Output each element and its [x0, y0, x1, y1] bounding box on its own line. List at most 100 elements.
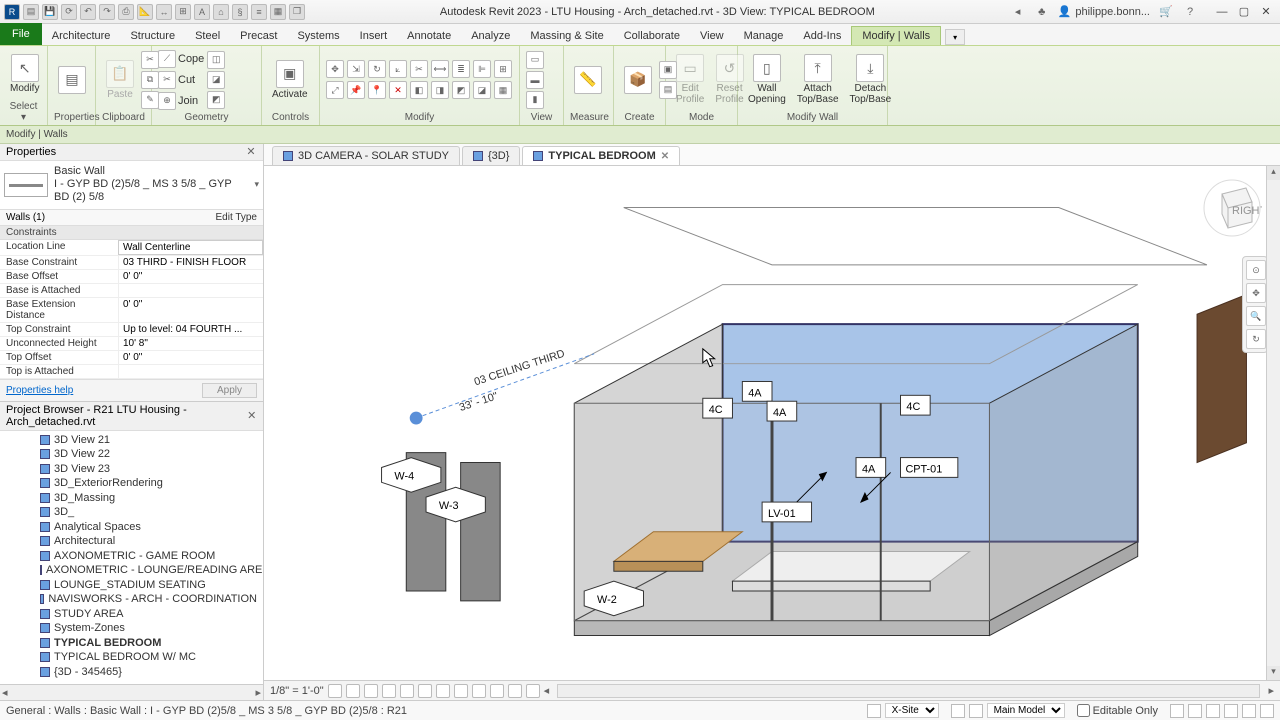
activate-button[interactable]: ▣Activate [268, 58, 312, 102]
properties-help-link[interactable]: Properties help [6, 385, 73, 396]
browser-scrollbar[interactable]: ◂▸ [0, 684, 263, 700]
join-label[interactable]: Join [178, 95, 198, 107]
tag-icon[interactable]: ⊞ [175, 4, 191, 20]
array-icon[interactable]: ⊞ [494, 60, 512, 78]
tag-4c-1[interactable]: 4C [703, 398, 733, 418]
unpin-icon[interactable]: 📍 [368, 81, 386, 99]
browser-item[interactable]: 3D View 21 [0, 433, 263, 448]
tab-addins[interactable]: Add-Ins [793, 27, 851, 45]
reveal-icon[interactable] [490, 684, 504, 698]
fullnav-icon[interactable]: ⊙ [1246, 260, 1266, 280]
section-icon[interactable]: § [232, 4, 248, 20]
mod1-icon[interactable]: ◧ [410, 81, 428, 99]
tab-steel[interactable]: Steel [185, 27, 230, 45]
reset-profile-button[interactable]: ↺Reset Profile [711, 52, 747, 107]
copy-icon[interactable]: ⇲ [347, 60, 365, 78]
keynote-icon[interactable]: ♣ [1034, 4, 1050, 20]
geom1-icon[interactable]: ◫ [207, 51, 225, 69]
mirror-icon[interactable]: ⟷ [431, 60, 449, 78]
select-face-icon[interactable] [1224, 704, 1238, 718]
property-row[interactable]: Unconnected Height10' 8" [0, 337, 263, 351]
apply-button[interactable]: Apply [202, 383, 257, 398]
view-tab[interactable]: TYPICAL BEDROOM✕ [522, 146, 680, 165]
mod4-icon[interactable]: ◪ [473, 81, 491, 99]
browser-item[interactable]: 3D View 23 [0, 462, 263, 477]
crop-region-icon[interactable] [436, 684, 450, 698]
measure-button[interactable]: 📏 [570, 64, 606, 96]
tag-4c-2[interactable]: 4C [901, 395, 931, 415]
text-icon[interactable]: A [194, 4, 210, 20]
tab-precast[interactable]: Precast [230, 27, 287, 45]
thin-lines-icon[interactable]: ≡ [251, 4, 267, 20]
maximize-button[interactable]: ▢ [1234, 5, 1254, 19]
zoom-icon[interactable]: 🔍 [1246, 306, 1266, 326]
property-row[interactable]: Base is Attached [0, 284, 263, 298]
browser-item[interactable]: TYPICAL BEDROOM W/ MC [0, 650, 263, 665]
type-dropdown-icon[interactable]: ▾ [254, 179, 259, 190]
lock3d-icon[interactable] [454, 684, 468, 698]
tab-insert[interactable]: Insert [350, 27, 398, 45]
ribbon-extra-icon[interactable]: ▾ [945, 29, 965, 45]
browser-close-icon[interactable]: ✕ [246, 410, 257, 422]
browser-item[interactable]: NAVISWORKS - ARCH - COORDINATION [0, 592, 263, 607]
browser-item[interactable]: 3D_Massing [0, 491, 263, 506]
detach-button[interactable]: ⤓Detach Top/Base [846, 52, 896, 107]
browser-item[interactable]: STUDY AREA [0, 607, 263, 622]
cut-label[interactable]: Cut [178, 74, 195, 86]
view1-icon[interactable]: ▭ [526, 51, 544, 69]
property-row[interactable]: Top is Attached [0, 365, 263, 379]
print-icon[interactable]: ⎙ [118, 4, 134, 20]
close-window-button[interactable]: ✕ [1256, 5, 1276, 19]
open-icon[interactable]: ▤ [23, 4, 39, 20]
tab-collaborate[interactable]: Collaborate [614, 27, 690, 45]
browser-item[interactable]: LOUNGE_STADIUM SEATING [0, 578, 263, 593]
browser-item[interactable]: Analytical Spaces [0, 520, 263, 535]
horizontal-scrollbar[interactable] [557, 684, 1260, 698]
geom3-icon[interactable]: ◩ [207, 91, 225, 109]
file-tab[interactable]: File [0, 23, 42, 45]
temp-hide-icon[interactable] [472, 684, 486, 698]
browser-item[interactable]: AXONOMETRIC - LOUNGE/READING ARE [0, 563, 263, 578]
workset-selector[interactable]: X-Site [867, 703, 939, 718]
close-tab-icon[interactable]: ✕ [661, 151, 669, 162]
model-selector[interactable]: Main Model [987, 703, 1065, 718]
view-tab[interactable]: {3D} [462, 146, 520, 165]
cut-geom-icon[interactable]: ✂ [158, 71, 176, 89]
crop-icon[interactable] [418, 684, 432, 698]
properties-close-icon[interactable]: ✕ [245, 146, 257, 158]
instance-filter[interactable]: Walls (1) [6, 212, 45, 223]
tag-4a-3[interactable]: 4A [856, 458, 886, 478]
tab-structure[interactable]: Structure [120, 27, 185, 45]
join-icon[interactable]: ⊕ [158, 92, 176, 110]
default3d-icon[interactable]: ⌂ [213, 4, 229, 20]
mod2-icon[interactable]: ◨ [431, 81, 449, 99]
browser-item[interactable]: 3D_ [0, 505, 263, 520]
delete-icon[interactable]: ✕ [389, 81, 407, 99]
view3-icon[interactable]: ▮ [526, 91, 544, 109]
tab-massing[interactable]: Massing & Site [520, 27, 613, 45]
save-icon[interactable]: 💾 [42, 4, 58, 20]
worksharing-icon[interactable] [526, 684, 540, 698]
sync-icon[interactable]: ⟳ [61, 4, 77, 20]
tab-systems[interactable]: Systems [287, 27, 349, 45]
edit-type-button[interactable]: Edit Type [215, 212, 257, 223]
editable-only-checkbox[interactable]: Editable Only [1077, 704, 1158, 717]
property-row[interactable]: Base Constraint03 THIRD - FINISH FLOOR [0, 256, 263, 270]
tag-4a-1[interactable]: 4A [742, 381, 772, 401]
dim-icon[interactable]: ↔ [156, 4, 172, 20]
tab-manage[interactable]: Manage [734, 27, 794, 45]
pin-icon[interactable]: 📌 [347, 81, 365, 99]
select-pinned-icon[interactable] [1206, 704, 1220, 718]
select-underlay-icon[interactable] [1188, 704, 1202, 718]
visual-style-icon[interactable] [346, 684, 360, 698]
scale-icon[interactable]: ⤢ [326, 81, 344, 99]
geom2-icon[interactable]: ◪ [207, 71, 225, 89]
select-links-icon[interactable] [1170, 704, 1184, 718]
create-button[interactable]: 📦 [620, 64, 656, 96]
minimize-button[interactable]: — [1212, 5, 1232, 19]
wall-opening-button[interactable]: ▯Wall Opening [744, 52, 790, 107]
pan-icon[interactable]: ✥ [1246, 283, 1266, 303]
user-account[interactable]: 👤 philippe.bonn... [1058, 5, 1150, 18]
tab-annotate[interactable]: Annotate [397, 27, 461, 45]
browser-item[interactable]: System-Zones [0, 621, 263, 636]
